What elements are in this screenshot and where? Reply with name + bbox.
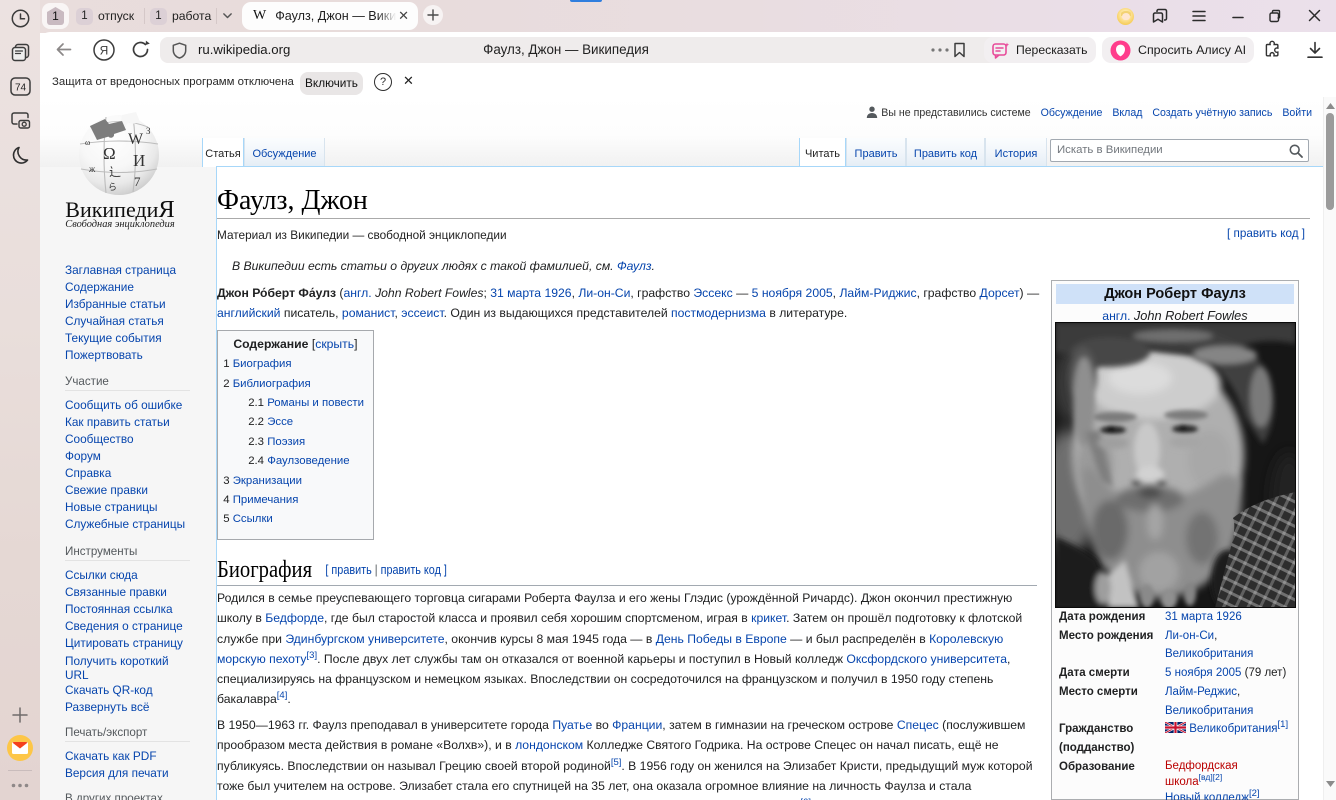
svg-text:辶: 辶 bbox=[109, 165, 121, 179]
svg-text:Я: Я bbox=[100, 44, 109, 58]
svg-text:З: З bbox=[146, 126, 151, 136]
svg-text:Ω: Ω bbox=[103, 144, 116, 163]
svg-text:ω: ω bbox=[85, 138, 90, 147]
svg-text:W: W bbox=[128, 131, 144, 148]
svg-text:И: И bbox=[133, 151, 145, 170]
svg-text:7: 7 bbox=[134, 174, 141, 189]
svg-text:ら: ら bbox=[108, 182, 117, 192]
svg-text:ж: ж bbox=[88, 164, 96, 174]
svg-text:74: 74 bbox=[15, 83, 27, 94]
